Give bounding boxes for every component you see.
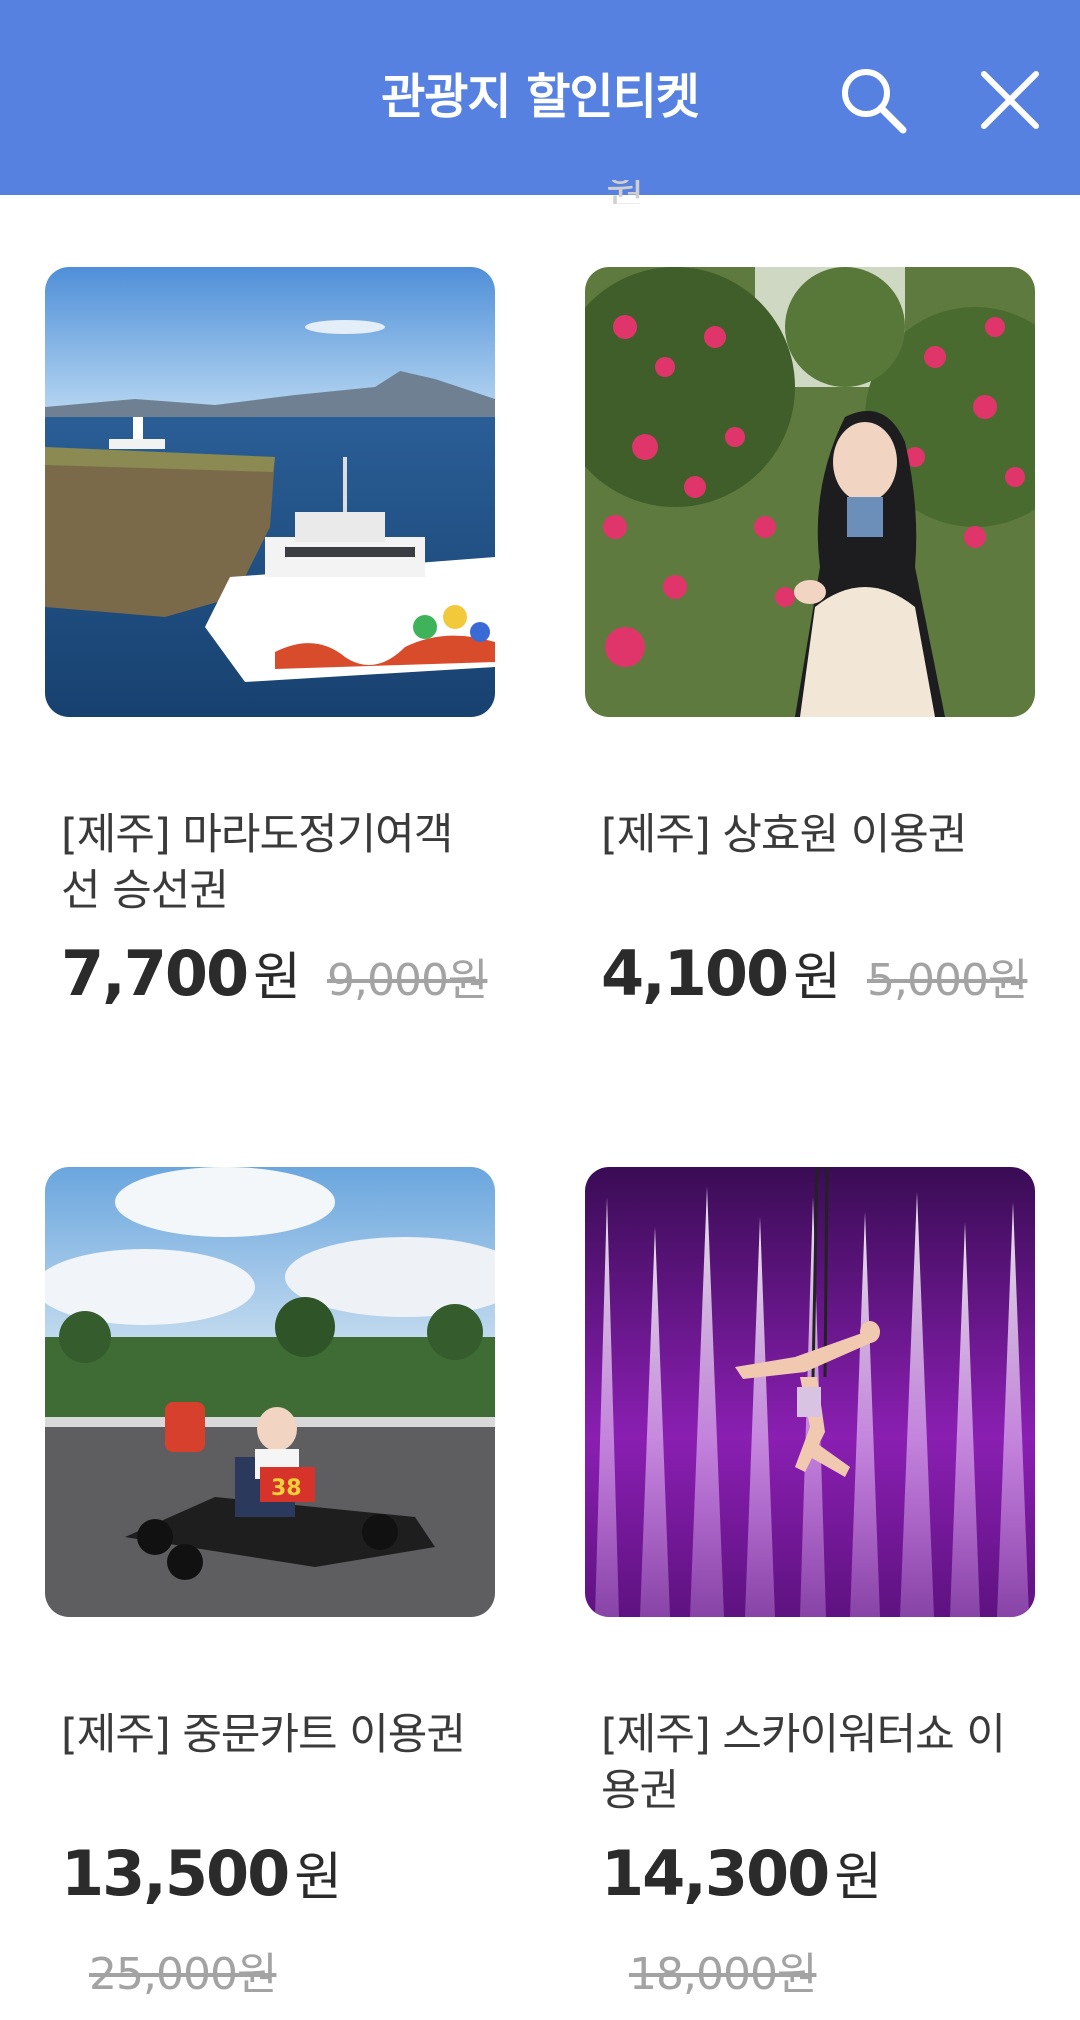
- price-line: 4,100 원 5,000원: [601, 929, 1031, 1026]
- product-title: [제주] 중문카트 이용권: [61, 1710, 466, 1760]
- ferry-boat-photo[interactable]: [45, 267, 495, 717]
- currency-label: 원: [793, 948, 841, 1008]
- price-line: 14,300 원 18,000원: [601, 1829, 1031, 2020]
- search-icon: [842, 69, 907, 134]
- sale-price: 4,100: [601, 937, 789, 1010]
- sale-price: 14,300: [601, 1837, 830, 1910]
- close-button[interactable]: [970, 60, 1050, 140]
- go-kart-photo[interactable]: 38: [45, 1167, 495, 1617]
- search-button[interactable]: [833, 60, 913, 140]
- sale-price: 7,700: [61, 937, 249, 1010]
- original-price: 5,000원: [866, 955, 1028, 1006]
- product-title: [제주] 스카이워터쇼 이용권: [601, 1710, 1006, 1816]
- price-line: 13,500 원 25,000원: [61, 1829, 491, 2020]
- cut-off-text: 원: [606, 180, 646, 204]
- original-price: 9,000원: [326, 955, 488, 1006]
- camellia-garden-photo[interactable]: [585, 267, 1035, 717]
- product-title: [제주] 상효원 이용권: [601, 810, 967, 860]
- original-price: 18,000원: [629, 1949, 817, 2000]
- sale-price: 13,500: [61, 1837, 290, 1910]
- product-title: [제주] 마라도정기여객선 승선권: [61, 810, 453, 916]
- original-price: 25,000원: [89, 1949, 277, 2000]
- sky-water-show-photo[interactable]: [585, 1167, 1035, 1617]
- currency-label: 원: [834, 1848, 882, 1908]
- svg-text:38: 38: [271, 1476, 302, 1501]
- price-line: 7,700 원 9,000원: [61, 929, 491, 1026]
- cut-off-text-label: 원: [606, 180, 645, 204]
- page-title: 관광지 할인티켓: [381, 69, 700, 125]
- close-icon: [981, 71, 1039, 129]
- currency-label: 원: [294, 1848, 342, 1908]
- currency-label: 원: [253, 948, 301, 1008]
- app-header: 관광지 할인티켓: [0, 0, 1080, 195]
